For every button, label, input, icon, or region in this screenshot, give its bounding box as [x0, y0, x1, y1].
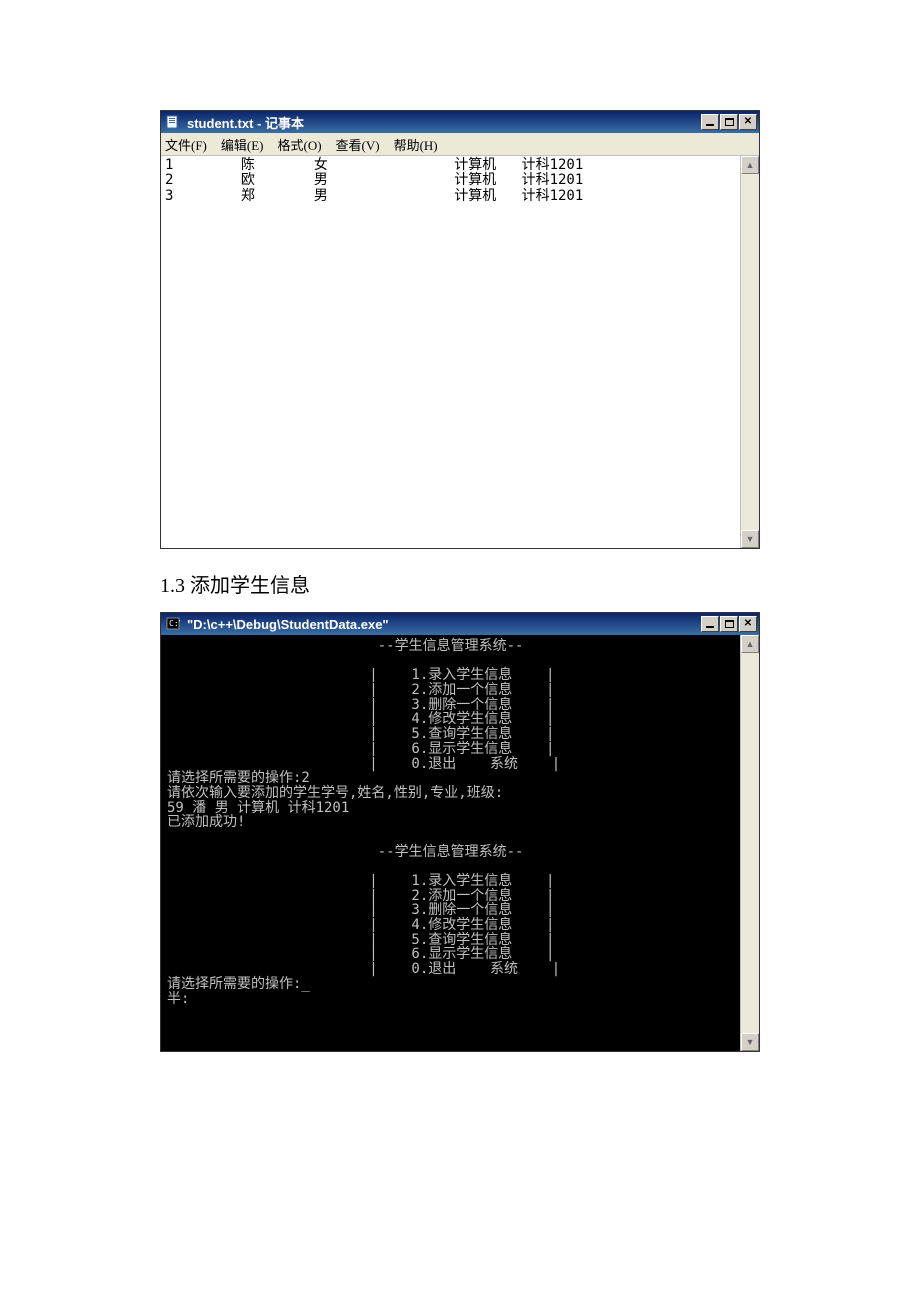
console-title: "D:\c++\Debug\StudentData.exe" — [185, 617, 700, 632]
console-maximize-button[interactable] — [720, 616, 738, 632]
scroll-up-button[interactable]: ▲ — [741, 156, 759, 174]
console-window-controls — [700, 616, 757, 632]
notepad-icon — [165, 114, 181, 130]
scroll-down-button[interactable]: ▼ — [741, 530, 759, 548]
close-button[interactable] — [739, 114, 757, 130]
window-controls — [700, 114, 757, 130]
console-icon: C:\ — [165, 616, 181, 632]
menu-help[interactable]: 帮助(H) — [394, 135, 438, 154]
notepad-body: 1 陈 女 计算机 计科1201 2 欧 男 计算机 计科1201 3 郑 男 … — [161, 156, 759, 548]
console-titlebar[interactable]: C:\ "D:\c++\Debug\StudentData.exe" — [161, 613, 759, 635]
svg-text:C:\: C:\ — [169, 619, 180, 628]
notepad-titlebar[interactable]: student.txt - 记事本 — [161, 111, 759, 133]
notepad-scrollbar[interactable]: ▲ ▼ — [740, 156, 759, 548]
scroll-track[interactable] — [741, 174, 759, 530]
console-close-button[interactable] — [739, 616, 757, 632]
section-heading: 1.3 添加学生信息 — [160, 569, 760, 598]
console-scroll-track[interactable] — [741, 653, 759, 1033]
console-window: C:\ "D:\c++\Debug\StudentData.exe" --学生信… — [160, 612, 760, 1052]
console-body: --学生信息管理系统-- | 1.录入学生信息 | | 2.添加一个信息 | |… — [161, 635, 759, 1051]
console-text-content[interactable]: --学生信息管理系统-- | 1.录入学生信息 | | 2.添加一个信息 | |… — [161, 635, 759, 1010]
minimize-button[interactable] — [701, 114, 719, 130]
notepad-menubar: 文件(F) 编辑(E) 格式(O) 查看(V) 帮助(H) — [161, 133, 759, 156]
console-minimize-button[interactable] — [701, 616, 719, 632]
menu-format[interactable]: 格式(O) — [278, 135, 322, 154]
menu-file[interactable]: 文件(F) — [165, 135, 207, 154]
console-scrollbar[interactable]: ▲ ▼ — [740, 635, 759, 1051]
console-scroll-up-button[interactable]: ▲ — [741, 635, 759, 653]
notepad-text-content[interactable]: 1 陈 女 计算机 计科1201 2 欧 男 计算机 计科1201 3 郑 男 … — [161, 156, 759, 206]
console-scroll-down-button[interactable]: ▼ — [741, 1033, 759, 1051]
maximize-button[interactable] — [720, 114, 738, 130]
menu-edit[interactable]: 编辑(E) — [221, 135, 264, 154]
notepad-window: student.txt - 记事本 文件(F) 编辑(E) 格式(O) 查看(V… — [160, 110, 760, 549]
menu-view[interactable]: 查看(V) — [336, 135, 380, 154]
notepad-title: student.txt - 记事本 — [185, 113, 700, 132]
